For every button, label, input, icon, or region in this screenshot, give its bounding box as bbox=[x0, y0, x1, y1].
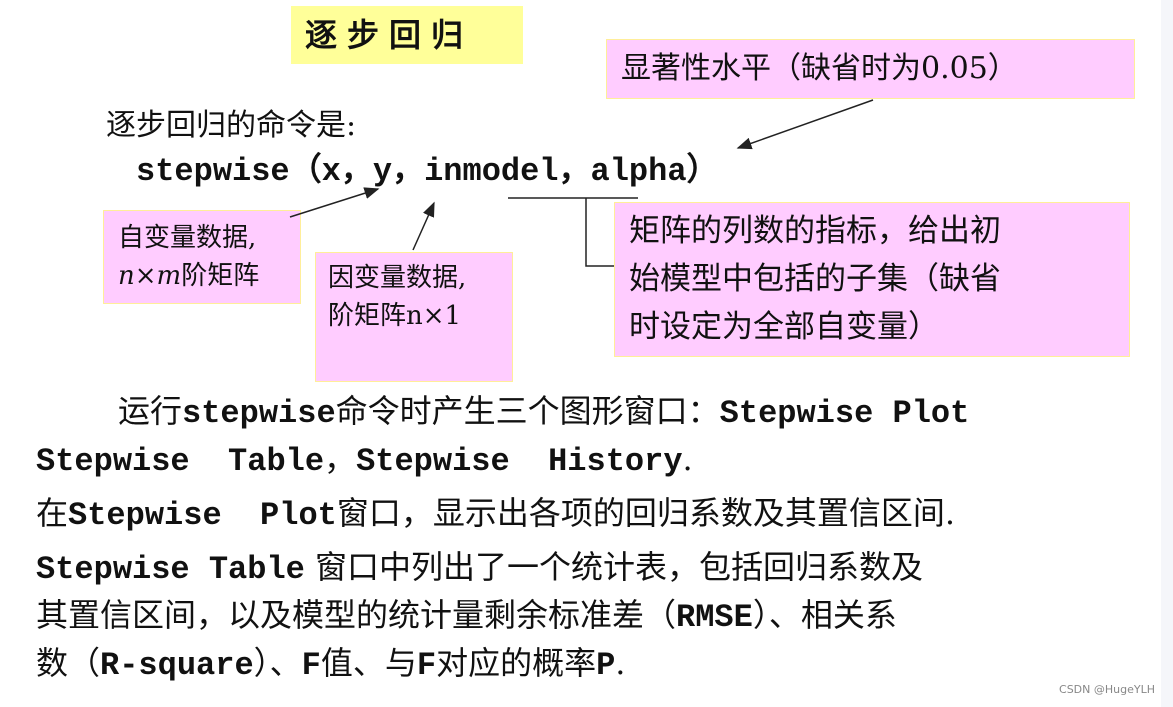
p6-text: 值、与 bbox=[320, 644, 417, 682]
p4-code: Stepwise Table bbox=[36, 551, 305, 588]
arrow-to-alpha bbox=[736, 99, 874, 150]
p5-text: ）、相关系 bbox=[752, 596, 897, 634]
p6-code: P bbox=[596, 647, 616, 684]
p6-text: ）、 bbox=[253, 644, 302, 682]
p6-text: . bbox=[615, 644, 626, 682]
p2-code: Stepwise Table bbox=[36, 443, 325, 480]
p1-text: 命令时产生三个图形窗口： bbox=[335, 392, 720, 430]
arrow-to-x bbox=[289, 187, 380, 218]
p4-text: 窗口中列出了一个统计表，包括回归系数及 bbox=[304, 548, 924, 586]
paragraph-2: Stepwise Table，Stepwise History. bbox=[36, 432, 693, 489]
p1-code: stepwise bbox=[182, 395, 336, 432]
p3-code: Stepwise Plot bbox=[68, 497, 337, 534]
p6-text: 数（ bbox=[36, 644, 101, 682]
p6-text: 对应的概率 bbox=[436, 644, 597, 682]
p1-code: Stepwise Plot bbox=[719, 395, 970, 432]
paragraph-6: 数（R-square）、F值、与F对应的概率P. bbox=[36, 636, 625, 693]
bracket-stem-inmodel bbox=[585, 198, 614, 267]
watermark: CSDN @HugeYLH bbox=[1059, 683, 1155, 696]
p3-text: 在 bbox=[36, 494, 69, 532]
p2-text: . bbox=[682, 440, 693, 478]
p6-code: R-square bbox=[100, 647, 254, 684]
arrow-to-y bbox=[412, 201, 435, 251]
p6-code: F bbox=[416, 647, 437, 684]
p1-text: 运行 bbox=[118, 392, 183, 430]
p5-code: RMSE bbox=[676, 599, 753, 636]
p6-code: F bbox=[301, 647, 321, 684]
p2-text: ， bbox=[324, 440, 357, 478]
p5-text: 其置信区间，以及模型的统计量剩余标准差（ bbox=[36, 596, 677, 634]
p2-code: Stepwise History bbox=[356, 443, 683, 480]
p3-text: 窗口，显示出各项的回归系数及其置信区间. bbox=[336, 494, 956, 532]
paragraph-3: 在Stepwise Plot窗口，显示出各项的回归系数及其置信区间. bbox=[36, 486, 955, 543]
